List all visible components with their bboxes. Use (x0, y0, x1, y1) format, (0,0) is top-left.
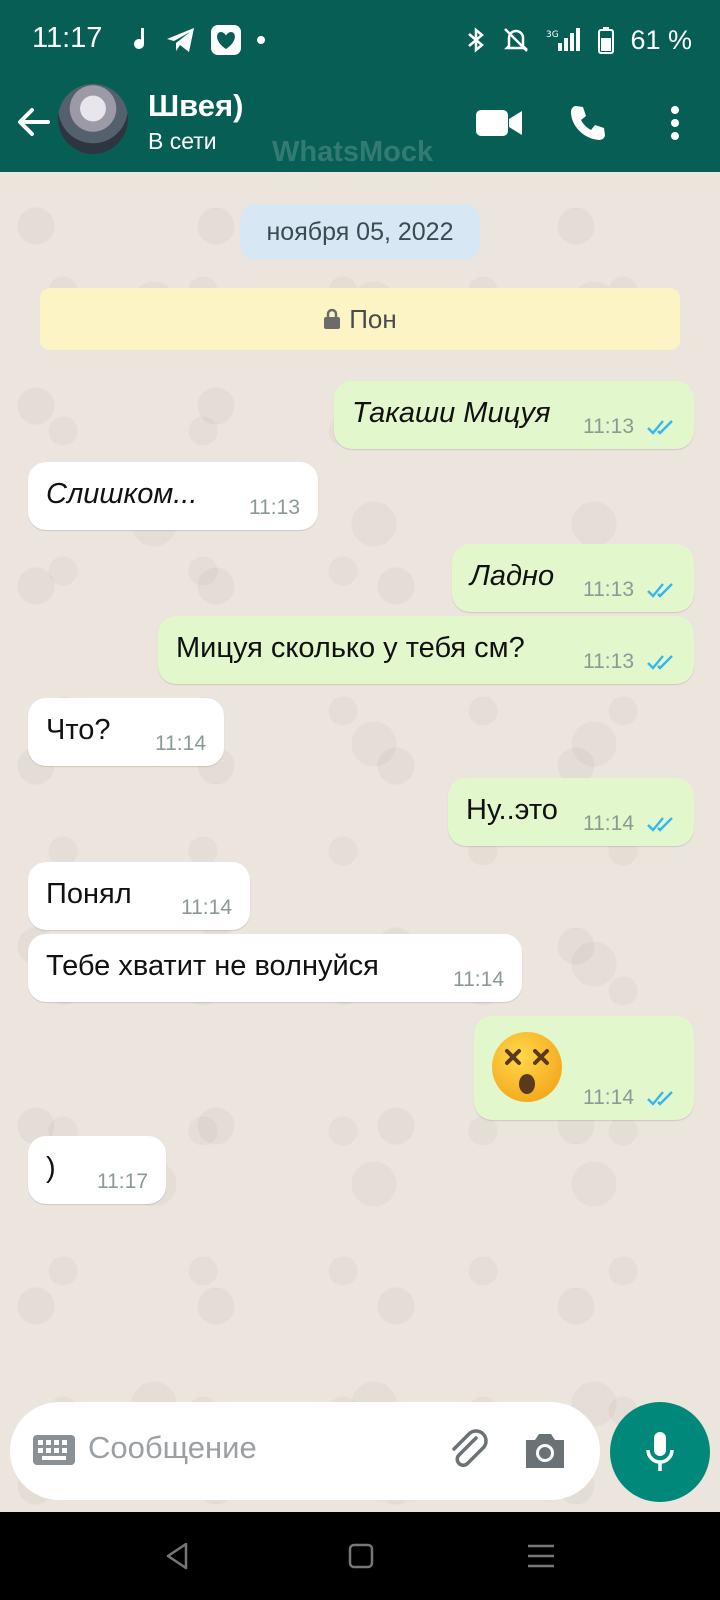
phone-icon (571, 106, 605, 140)
message-bubble-incoming[interactable]: Понял 11:14 (28, 862, 250, 930)
encryption-banner[interactable]: Пон (40, 288, 680, 350)
camera-icon[interactable] (522, 1430, 568, 1472)
message-text: Тебе хватит не волнуйся (46, 950, 379, 982)
battery-icon (598, 27, 615, 54)
message-text: Мицуя сколько у тебя см? (176, 632, 525, 664)
message-text: Такаши Мицуя (352, 397, 551, 429)
message-bubble-incoming[interactable]: ) 11:17 (28, 1136, 166, 1204)
double-check-icon (647, 1091, 673, 1106)
video-call-button[interactable] (474, 98, 524, 148)
voice-call-button[interactable] (562, 98, 612, 148)
message-time: 11:14 (583, 1086, 634, 1109)
microphone-icon (646, 1432, 674, 1471)
message-input[interactable]: Сообщение (88, 1430, 257, 1466)
mute-icon (504, 28, 529, 52)
lock-icon (324, 308, 341, 329)
bluetooth-icon (468, 27, 485, 53)
chat-header: Швея) В сети WhatsMock (0, 80, 720, 172)
system-navigation-bar (0, 1512, 720, 1600)
message-text: Что? (46, 714, 111, 746)
more-options-button[interactable] (650, 98, 700, 148)
contact-status: В сети (148, 128, 217, 154)
heart-app-icon (211, 25, 241, 55)
avatar[interactable] (58, 84, 128, 154)
system-icons: 3G 61 % (466, 20, 692, 60)
more-vert-icon (671, 106, 679, 140)
double-check-icon (647, 655, 673, 670)
message-bubble-incoming[interactable]: Что? 11:14 (28, 698, 224, 766)
message-time: 11:14 (155, 732, 206, 755)
message-text: ) (46, 1152, 56, 1184)
message-bubble-incoming[interactable]: Слишком... 11:13 (28, 462, 318, 530)
watermark: WhatsMock (272, 136, 434, 168)
message-time: 11:14 (181, 896, 232, 919)
message-time: 11:13 (583, 650, 634, 673)
nav-home-icon[interactable] (340, 1538, 380, 1574)
svg-text:3G: 3G (546, 30, 559, 40)
message-bubble-outgoing[interactable]: Ладно 11:13 (452, 544, 694, 612)
notification-icons (130, 20, 266, 60)
message-time: 11:14 (453, 968, 504, 991)
music-note-icon (134, 28, 144, 49)
message-text: Ладно (470, 560, 555, 592)
keyboard-icon[interactable] (32, 1434, 76, 1466)
message-text: Ну..это (466, 794, 558, 826)
attach-icon[interactable] (446, 1428, 492, 1474)
message-bubble-outgoing[interactable]: 11:14 (474, 1016, 694, 1120)
message-input-bar[interactable]: Сообщение (10, 1402, 600, 1500)
message-time: 11:13 (583, 578, 634, 601)
signal-icon: 3G (546, 28, 581, 51)
battery-percent: 61 % (630, 24, 692, 55)
status-bar: 11:17 3G 61 % (0, 0, 720, 80)
encryption-text: Пон (349, 303, 397, 334)
message-text: Слишком... (46, 478, 198, 510)
message-time: 11:13 (249, 496, 300, 519)
chat-area[interactable]: ноября 05, 2022 Пон Такаши Мицуя 11:13 С… (0, 172, 720, 1512)
contact-name[interactable]: Швея) (148, 88, 243, 124)
message-bubble-outgoing[interactable]: Мицуя сколько у тебя см? 11:13 (158, 616, 694, 684)
message-text: Понял (46, 878, 132, 910)
dizzy-face-emoji-icon (492, 1032, 562, 1102)
double-check-icon (647, 817, 673, 832)
message-bubble-outgoing[interactable]: Такаши Мицуя 11:13 (334, 381, 694, 449)
date-separator: ноября 05, 2022 (240, 204, 480, 260)
nav-recents-icon[interactable] (520, 1538, 560, 1574)
double-check-icon (647, 420, 673, 435)
message-time: 11:17 (97, 1170, 148, 1193)
nav-back-icon[interactable] (158, 1538, 198, 1574)
voice-record-button[interactable] (610, 1402, 710, 1502)
status-time: 11:17 (32, 22, 103, 54)
telegram-icon (167, 28, 194, 52)
video-camera-icon (476, 110, 522, 136)
dot-icon (257, 36, 265, 44)
message-time: 11:14 (583, 812, 634, 835)
back-arrow-icon[interactable] (14, 102, 54, 142)
message-bubble-incoming[interactable]: Тебе хватит не волнуйся 11:14 (28, 934, 522, 1002)
double-check-icon (647, 583, 673, 598)
message-time: 11:13 (583, 415, 634, 438)
message-bubble-outgoing[interactable]: Ну..это 11:14 (448, 778, 694, 846)
